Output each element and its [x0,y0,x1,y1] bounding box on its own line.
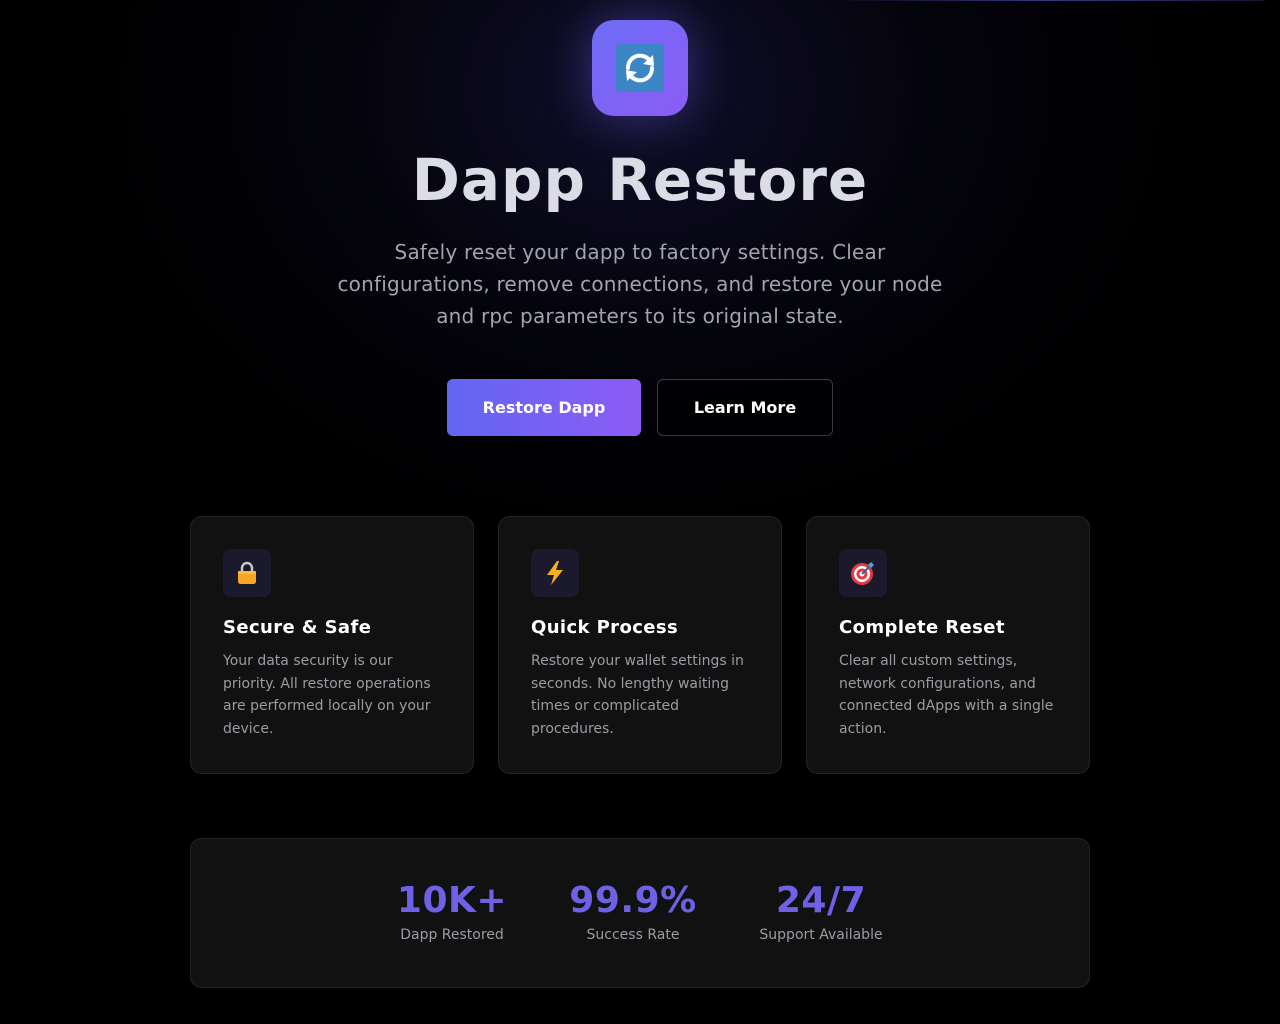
feature-description: Clear all custom settings, network confi… [839,653,1054,737]
refresh-arrows-icon [616,44,664,92]
stat-label: Dapp Restored [400,927,504,943]
stat-label: Success Rate [586,927,680,943]
hero-subtitle: Safely reset your dapp to factory settin… [337,240,943,328]
target-icon [839,549,887,597]
stat-value: 10K+ [396,880,508,921]
stat-dapp-restored: 10K+ Dapp Restored [391,879,513,943]
app-logo [592,20,688,116]
stat-value: 99.9% [569,880,697,921]
feature-card-quick: Quick Process Restore your wallet settin… [498,516,782,774]
stat-support: 24/7 Support Available [753,879,889,943]
feature-title: Complete Reset [839,617,1005,638]
stat-success-rate: 99.9% Success Rate [563,879,703,943]
feature-title: Secure & Safe [223,617,372,638]
lightning-icon [531,549,579,597]
stat-value: 24/7 [775,880,867,921]
feature-title: Quick Process [531,617,679,638]
stat-label: Support Available [759,927,883,943]
feature-card-secure: Secure & Safe Your data security is our … [190,516,474,774]
lock-icon [223,549,271,597]
feature-description: Restore your wallet settings in seconds.… [531,653,744,737]
page-title: Dapp Restore [411,146,869,214]
learn-more-button[interactable]: Learn More [657,379,833,436]
feature-card-complete: Complete Reset Clear all custom settings… [806,516,1090,774]
top-accent-line [830,0,1265,1]
feature-description: Your data security is our priority. All … [223,653,431,737]
stats-panel: 10K+ Dapp Restored 99.9% Success Rate 24… [190,838,1090,988]
restore-dapp-button[interactable]: Restore Dapp [447,379,641,436]
